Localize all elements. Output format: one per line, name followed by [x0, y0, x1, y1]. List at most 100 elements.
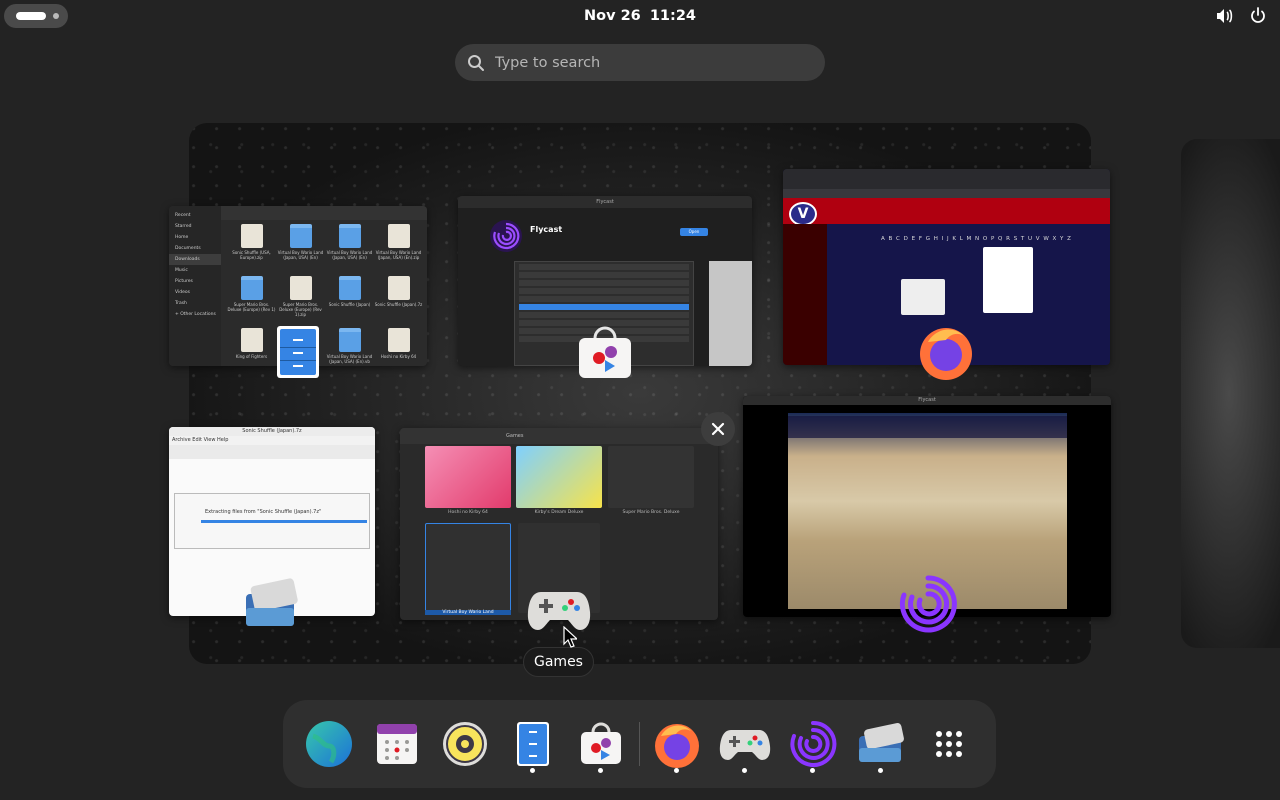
file-item[interactable]: Virtual Boy Wario Land (Japan, USA) (En)… [325, 328, 374, 366]
dash-item-games[interactable] [719, 718, 771, 773]
running-indicator [674, 768, 679, 773]
dash-item-rhythmbox[interactable] [439, 718, 491, 770]
game-tile-4[interactable] [425, 523, 511, 613]
close-window-button[interactable] [701, 412, 735, 446]
menu-bar: Archive Edit View Help [169, 436, 375, 445]
clock[interactable]: Nov 26 11:24 [0, 0, 1280, 32]
files-sidebar-item[interactable]: Downloads [169, 254, 221, 265]
search-input[interactable] [495, 44, 815, 81]
file-item-label: Virtual Boy Wario Land (Japan, USA) (En) [326, 250, 373, 260]
file-item-label: King of Fighters [235, 354, 268, 359]
files-grid: Sonic Shuffle (USA, Europe).zip Virtual B… [227, 224, 423, 366]
game-tile-1[interactable] [425, 446, 511, 508]
files-sidebar-item[interactable]: Recent [169, 210, 221, 221]
firefox-url-bar [783, 189, 1110, 198]
folder-icon [240, 276, 263, 300]
window-title: Sonic Shuffle (Japan).7z [169, 427, 375, 436]
show-apps-button[interactable] [923, 718, 975, 770]
search-bar[interactable] [455, 44, 825, 81]
site-sidebar [783, 224, 827, 365]
dash-item-files[interactable] [507, 718, 559, 773]
dash-item-software[interactable] [575, 718, 627, 773]
files-sidebar-item[interactable]: Trash [169, 298, 221, 309]
file-item[interactable]: Virtual Boy Wario Land (Japan, USA) (En) [325, 224, 374, 270]
games-icon [719, 730, 771, 760]
file-item-label: Sonic Shuffle (Japan).7z [374, 302, 423, 307]
file-icon [289, 276, 312, 300]
open-button[interactable]: Open [680, 228, 708, 236]
files-headerbar [221, 206, 427, 220]
file-item-label: Virtual Boy Wario Land (Japan, USA) (En)… [375, 250, 422, 260]
file-item[interactable]: King of Fighters [227, 328, 276, 366]
file-item[interactable]: Virtual Boy Wario Land (Japan, USA) (En)… [374, 224, 423, 270]
search-icon [468, 55, 484, 71]
files-sidebar-item[interactable]: Documents [169, 243, 221, 254]
workspace-thumbnail-next[interactable] [1181, 139, 1280, 648]
dash-item-firefox[interactable] [651, 718, 703, 773]
close-icon [711, 422, 725, 436]
game-hud [788, 416, 1067, 438]
file-item[interactable]: Super Mario Bros. Deluxe (Europe) (Rev 1… [227, 276, 276, 322]
file-item-label: Sonic Shuffle (Japan) [328, 302, 371, 307]
file-item[interactable]: Super Mario Bros. Deluxe (Europe) (Rev 1… [276, 276, 325, 322]
file-item[interactable]: Virtual Boy Wario Land (Japan, USA) (En) [276, 224, 325, 270]
flycast-icon [790, 720, 837, 767]
extract-progress [201, 520, 367, 523]
toolbar [169, 445, 375, 459]
file-icon [240, 224, 263, 248]
game-tile-label: Hoshi no Kirby 64 [448, 510, 488, 515]
calendar-icon [377, 724, 417, 764]
dash-item-calendar[interactable] [371, 718, 423, 770]
game-tile-3[interactable] [608, 446, 694, 508]
dash-separator [639, 722, 640, 766]
site-logo: V [789, 202, 817, 226]
file-item-label: Super Mario Bros. Deluxe (Europe) (Rev 1… [227, 302, 276, 312]
top-bar: Nov 26 11:24 [0, 0, 1280, 32]
file-item[interactable]: Sonic Shuffle (USA, Europe).zip [227, 224, 276, 270]
game-tile-label: Super Mario Bros. Deluxe [622, 510, 680, 515]
dash-item-flycast[interactable] [787, 718, 839, 773]
firefox-tab-bar [783, 169, 1110, 189]
files-sidebar-item[interactable]: Home [169, 232, 221, 243]
extract-dialog: Extracting files from "Sonic Shuffle (Ja… [174, 493, 370, 549]
file-item-label: Virtual Boy Wario Land (Japan, USA) (En)… [326, 354, 373, 364]
file-icon [387, 276, 410, 300]
flycast-icon [490, 220, 522, 252]
web-browser-icon [306, 721, 352, 767]
games-headerbar: Games [400, 428, 718, 444]
files-sidebar-item[interactable]: Starred [169, 221, 221, 232]
site-banner [783, 198, 1110, 224]
alphabet-index: A B C D E F G H I J K L M N O P Q R S T … [881, 236, 1072, 242]
game-cover-small [901, 279, 945, 315]
files-sidebar-item[interactable]: Pictures [169, 276, 221, 287]
game-tile-label: Virtual Boy Wario Land [425, 610, 511, 615]
game-tile-2[interactable] [516, 446, 602, 508]
folder-icon [289, 224, 312, 248]
files-sidebar-item[interactable]: + Other Locations [169, 309, 221, 320]
files-sidebar: Recent Starred Home Documents Downloads Music… [169, 206, 221, 366]
flycast-icon [899, 575, 957, 633]
files-icon [517, 722, 549, 766]
dash-item-file-roller[interactable] [855, 718, 907, 773]
file-item[interactable]: Sonic Shuffle (Japan) [325, 276, 374, 322]
file-roller-icon [859, 723, 904, 762]
games-icon [527, 592, 591, 630]
dash-item-web[interactable] [303, 718, 355, 770]
file-item[interactable]: Hoshi no Kirby 64 [374, 328, 423, 366]
system-tray[interactable] [1214, 6, 1268, 26]
folder-icon [338, 276, 361, 300]
file-item[interactable]: Sonic Shuffle (Japan).7z [374, 276, 423, 322]
clock-time: 11:24 [649, 8, 696, 24]
extract-text: Extracting files from "Sonic Shuffle (Ja… [205, 509, 322, 515]
game-tile-label: Kirby's Dream Deluxe [534, 510, 584, 515]
power-icon[interactable] [1248, 6, 1268, 26]
mouse-cursor-icon [563, 626, 577, 648]
window-tooltip: Games [523, 647, 594, 677]
files-icon [277, 326, 319, 378]
files-sidebar-item[interactable]: Music [169, 265, 221, 276]
file-item-label: Hoshi no Kirby 64 [380, 354, 417, 359]
running-indicator [878, 768, 883, 773]
files-sidebar-item[interactable]: Videos [169, 287, 221, 298]
volume-icon[interactable] [1214, 6, 1234, 26]
firefox-icon [920, 328, 972, 380]
